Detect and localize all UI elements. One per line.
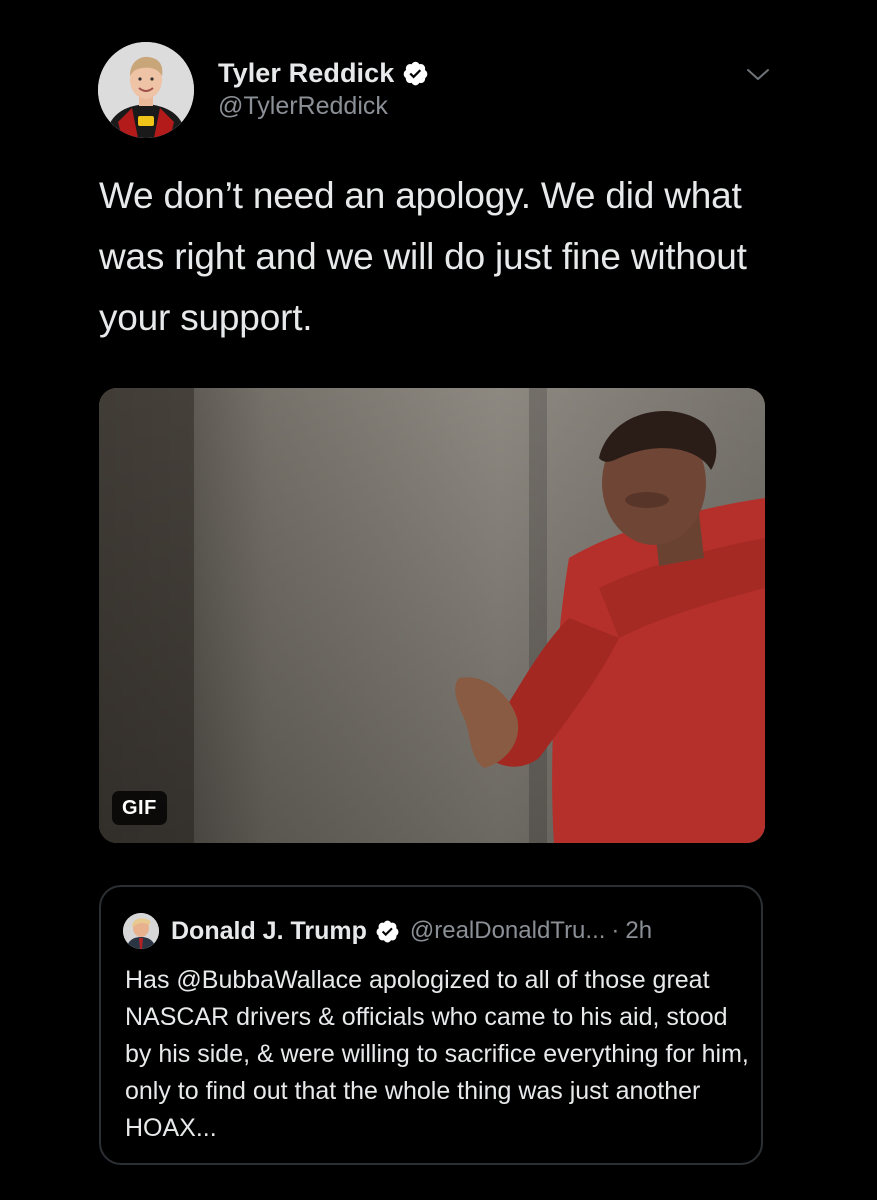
author-name-block: Tyler Reddick @TylerReddick xyxy=(218,56,429,121)
quoted-tweet-header: Donald J. Trump @realDonaldTru... · 2h xyxy=(123,913,652,949)
quoted-author-display-name[interactable]: Donald J. Trump xyxy=(171,917,367,946)
tweet-text: We don’t need an apology. We did what wa… xyxy=(99,175,747,338)
quoted-tweet-text: Has @BubbaWallace apologized to all of t… xyxy=(125,966,749,1142)
quoted-tweet-timestamp[interactable]: 2h xyxy=(625,917,652,945)
gif-frame-image xyxy=(99,388,765,843)
driver-portrait-icon xyxy=(98,42,194,138)
quoted-author-handle[interactable]: @realDonaldTru... xyxy=(410,917,606,945)
tweet-media-gif[interactable]: GIF xyxy=(99,388,765,843)
display-name-row: Tyler Reddick xyxy=(218,56,429,90)
more-options-button[interactable] xyxy=(738,60,778,90)
chevron-down-icon xyxy=(747,69,769,80)
verified-badge-icon xyxy=(376,920,399,942)
gif-badge: GIF xyxy=(112,791,167,825)
tweet-header: Tyler Reddick @TylerReddick xyxy=(98,40,778,140)
author-handle[interactable]: @TylerReddick xyxy=(218,92,429,121)
author-avatar[interactable] xyxy=(98,42,194,138)
quoted-tweet-card[interactable]: Donald J. Trump @realDonaldTru... · 2h H… xyxy=(99,885,763,1165)
separator-dot: · xyxy=(611,917,620,944)
author-display-name[interactable]: Tyler Reddick xyxy=(218,58,394,89)
politician-portrait-icon xyxy=(123,913,159,949)
verified-badge-icon xyxy=(404,61,428,85)
quoted-author-avatar[interactable] xyxy=(123,913,159,949)
